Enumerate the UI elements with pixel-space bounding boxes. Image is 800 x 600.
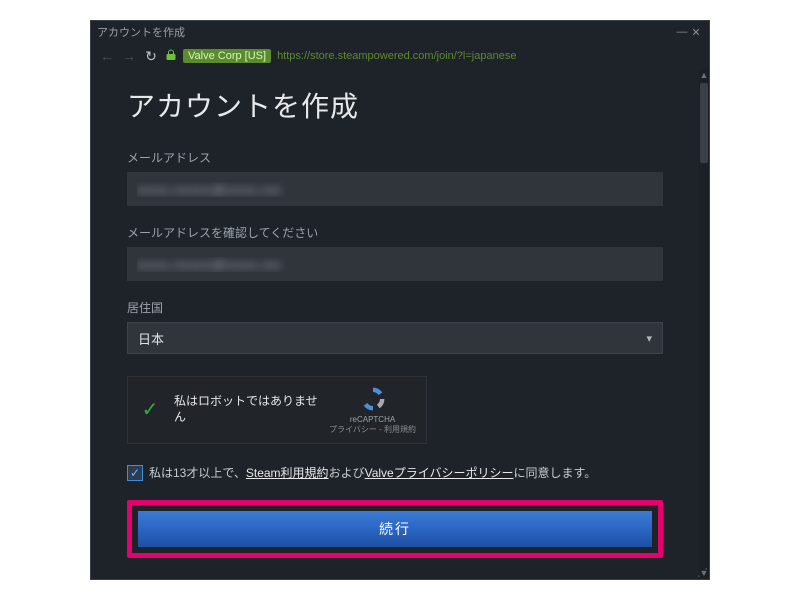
continue-highlight-frame: 続行 <box>127 500 663 558</box>
recaptcha-text: 私はロボットではありません <box>174 394 329 425</box>
forward-button[interactable]: → <box>121 48 137 64</box>
page-content: アカウントを作成 メールアドレス メールアドレスを確認してください 居住国 日本… <box>91 69 699 579</box>
recaptcha-brand: reCAPTCHA プライバシー - 利用規約 <box>329 385 416 435</box>
resize-grip-icon[interactable]: ⋰ <box>697 569 707 577</box>
recaptcha-check-icon: ✓ <box>138 398 162 422</box>
consent-row: ✓ 私は13才以上で、Steam利用規約およびValveプライバシーポリシーに同… <box>127 464 663 482</box>
minimize-button[interactable]: — <box>675 26 689 38</box>
scroll-up-icon[interactable]: ▲ <box>699 69 709 81</box>
recaptcha-widget[interactable]: ✓ 私はロボットではありません reCAPTCHA プライバシー - 利用規約 <box>127 376 427 444</box>
privacy-link[interactable]: Valveプライバシーポリシー <box>365 466 514 480</box>
country-value: 日本 <box>138 329 646 348</box>
recaptcha-brand-text: reCAPTCHA <box>329 415 416 424</box>
window-title: アカウントを作成 <box>97 24 185 40</box>
tos-link[interactable]: Steam利用規約 <box>246 466 329 480</box>
titlebar: アカウントを作成 — ✕ <box>91 21 709 43</box>
back-button[interactable]: ← <box>99 48 115 64</box>
vertical-scrollbar[interactable]: ▲ ▼ <box>699 69 709 579</box>
recaptcha-links: プライバシー - 利用規約 <box>329 424 416 435</box>
country-label: 居住国 <box>127 299 663 316</box>
continue-button[interactable]: 続行 <box>138 511 652 547</box>
recaptcha-logo-icon <box>359 385 387 413</box>
email-input[interactable] <box>127 172 663 206</box>
country-select[interactable]: 日本 ▾ <box>127 322 663 354</box>
url-text[interactable]: https://store.steampowered.com/join/?l=j… <box>277 50 516 62</box>
email-label: メールアドレス <box>127 149 663 166</box>
browser-toolbar: ← → ↻ Valve Corp [US] https://store.stea… <box>91 43 709 69</box>
continue-label: 続行 <box>379 519 411 539</box>
confirm-email-input[interactable] <box>127 247 663 281</box>
app-window: アカウントを作成 — ✕ ← → ↻ Valve Corp [US] https… <box>90 20 710 580</box>
scroll-thumb[interactable] <box>700 83 708 163</box>
consent-text: 私は13才以上で、Steam利用規約およびValveプライバシーポリシーに同意し… <box>149 464 596 482</box>
close-button[interactable]: ✕ <box>689 26 703 39</box>
cert-badge: Valve Corp [US] <box>183 49 271 63</box>
consent-checkbox[interactable]: ✓ <box>127 465 143 481</box>
lock-icon <box>165 49 177 64</box>
page-heading: アカウントを作成 <box>127 85 663 125</box>
chevron-down-icon: ▾ <box>646 332 652 345</box>
reload-button[interactable]: ↻ <box>143 48 159 65</box>
confirm-email-label: メールアドレスを確認してください <box>127 224 663 241</box>
